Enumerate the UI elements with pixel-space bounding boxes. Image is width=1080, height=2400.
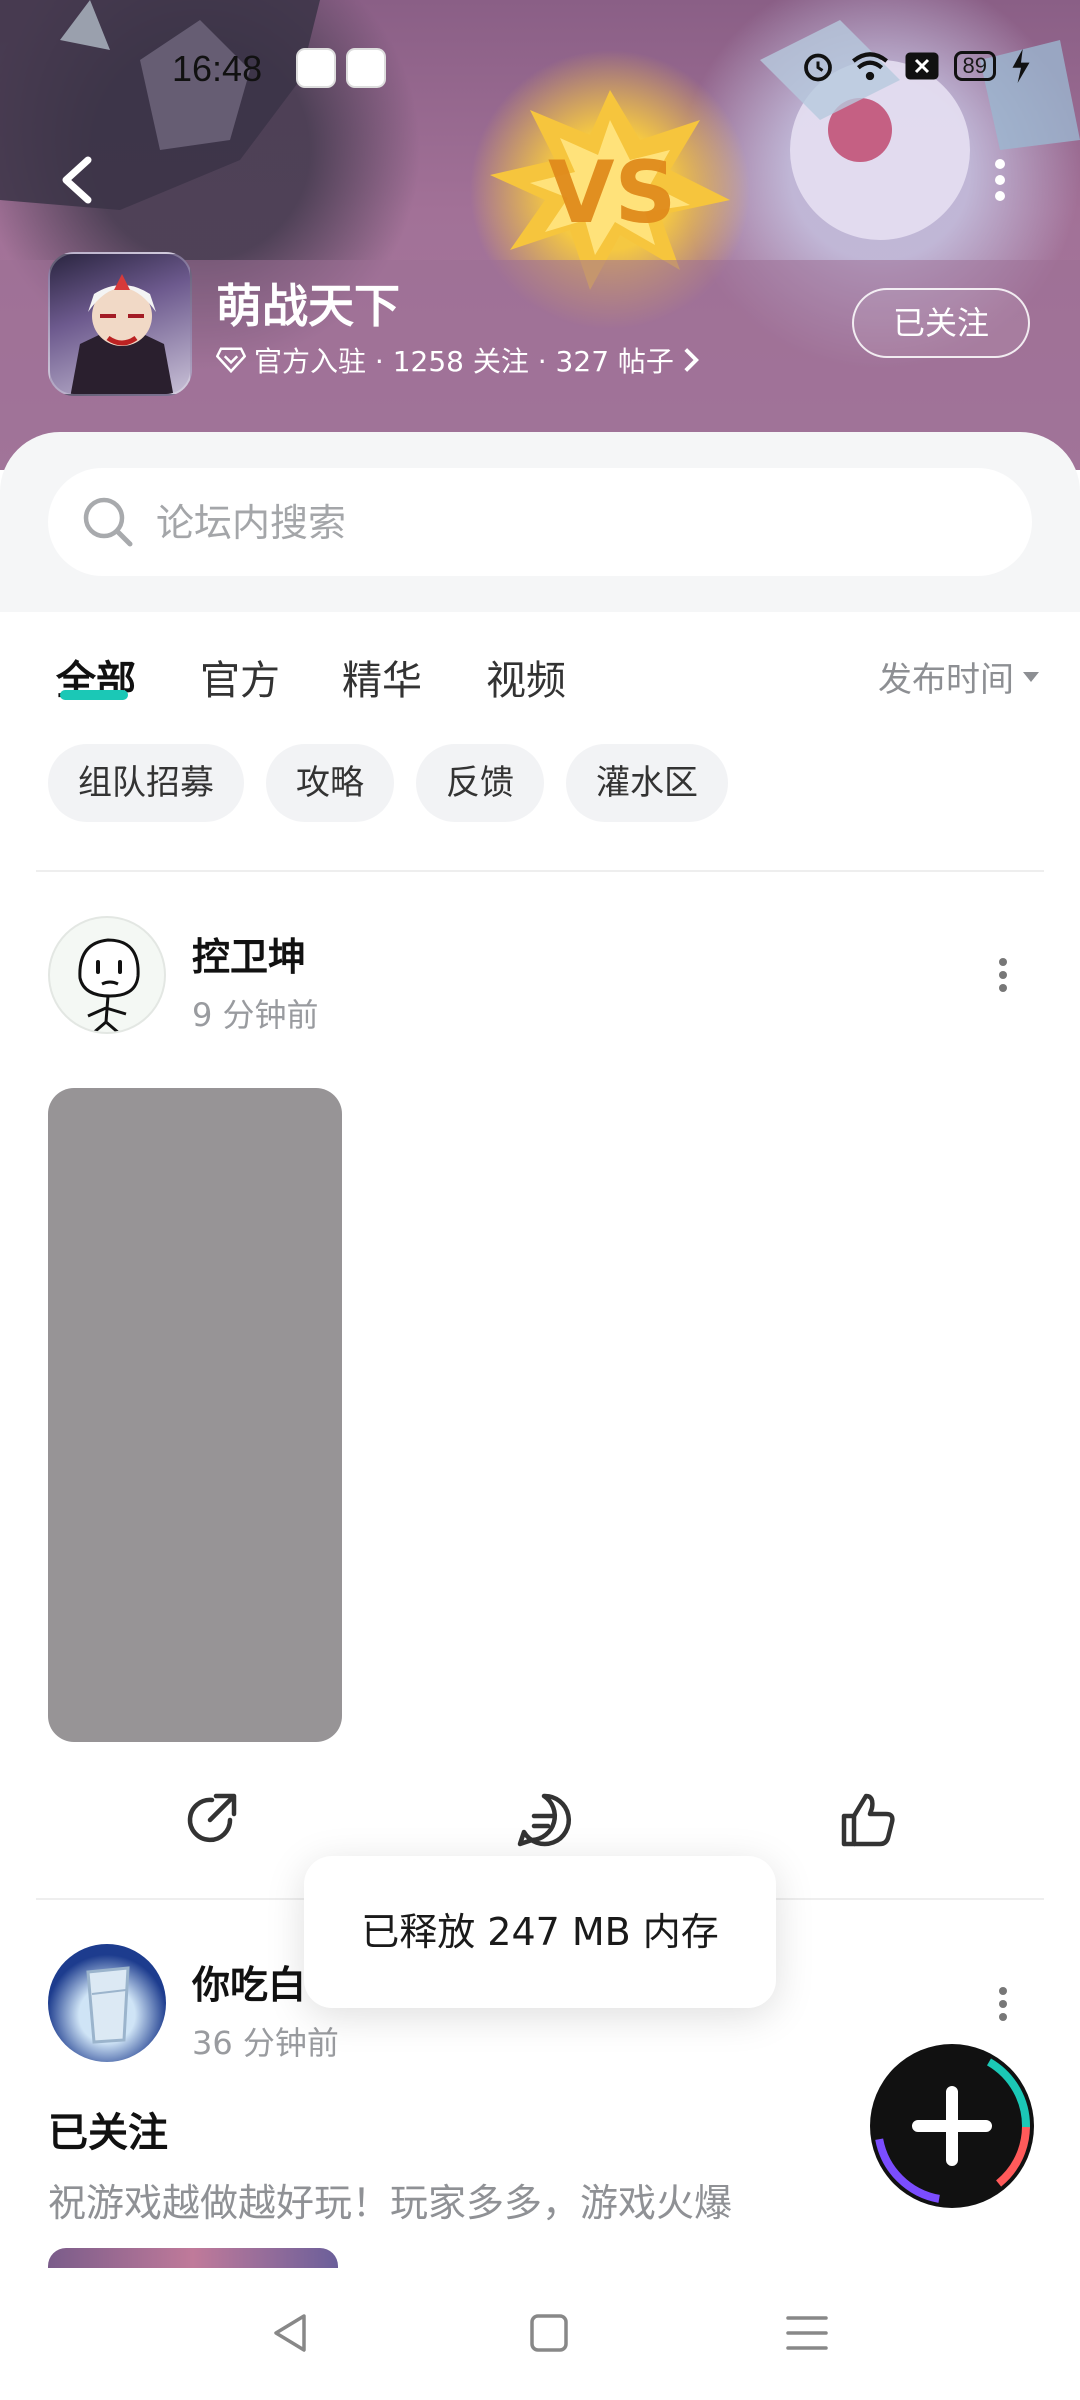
svg-text:VS: VS	[548, 143, 677, 243]
like-thumbs-up-icon[interactable]	[836, 1788, 900, 1852]
nav-menu-icon[interactable]	[782, 2308, 832, 2358]
plus-icon	[874, 2048, 1030, 2204]
post-image-thumbnail[interactable]	[48, 2248, 338, 2268]
category-chips: 组队招募 攻略 反馈 灌水区	[48, 744, 728, 822]
alarm-icon	[803, 53, 832, 82]
create-post-button[interactable]	[870, 2044, 1034, 2208]
forum-banner: VS 16:48 89 萌战天下 官方入驻 · 1258 关注 · 327 帖子…	[0, 0, 1080, 470]
post-image-placeholder[interactable]	[48, 1088, 342, 1742]
forum-logo	[48, 252, 192, 396]
post-more-icon[interactable]	[988, 955, 1018, 995]
game-character-icon	[70, 274, 174, 394]
post-author-name[interactable]: 你吃白	[192, 1954, 306, 2009]
status-time: 16:48	[172, 48, 263, 89]
notification-app-icon	[296, 48, 336, 88]
caret-down-icon	[1023, 671, 1039, 682]
section-divider	[36, 870, 1044, 872]
status-icons: 89	[800, 48, 1032, 84]
post-title[interactable]: 已关注	[48, 2100, 168, 2158]
tab-bar: 全部 官方 精华 视频 发布时间	[0, 612, 1080, 742]
forum-meta-text: 官方入驻 · 1258 关注 · 327 帖子	[254, 345, 674, 378]
memory-release-toast: 已释放 247 MB 内存	[304, 1856, 776, 2008]
forum-meta[interactable]: 官方入驻 · 1258 关注 · 327 帖子	[216, 340, 700, 380]
post-timestamp: 36 分钟前	[192, 2024, 339, 2062]
chip-guides[interactable]: 攻略	[266, 744, 394, 822]
share-icon[interactable]	[180, 1788, 244, 1852]
wifi-icon	[851, 52, 888, 81]
chip-team-recruit[interactable]: 组队招募	[48, 744, 244, 822]
follow-button[interactable]: 已关注	[852, 288, 1030, 358]
tab-featured[interactable]: 精华	[342, 648, 422, 706]
cup-avatar-icon	[86, 1966, 130, 2044]
stick-figure-avatar-icon	[78, 938, 140, 1032]
system-nav-bar	[0, 2268, 1080, 2400]
battery-icon: 89	[953, 51, 996, 81]
nav-home-icon[interactable]	[524, 2308, 574, 2358]
chevron-right-icon	[684, 348, 699, 372]
notification-video-icon	[346, 48, 386, 88]
nav-back-icon[interactable]	[266, 2308, 316, 2358]
chip-chat-zone[interactable]: 灌水区	[566, 744, 728, 822]
more-vertical-icon[interactable]	[980, 150, 1020, 210]
search-input[interactable]	[156, 496, 956, 550]
tab-official[interactable]: 官方	[200, 648, 280, 706]
forum-title: 萌战天下	[216, 279, 400, 333]
diamond-verified-icon	[216, 347, 246, 373]
back-arrow-icon[interactable]	[50, 150, 110, 210]
charging-icon	[1012, 49, 1030, 83]
chip-feedback[interactable]: 反馈	[416, 744, 544, 822]
status-bar: 16:48 89	[0, 44, 1080, 96]
sort-dropdown[interactable]: 发布时间	[878, 652, 1040, 701]
sort-label: 发布时间	[878, 660, 1014, 700]
post-more-icon[interactable]	[988, 1984, 1018, 2024]
post-body-text[interactable]: 祝游戏越做越好玩！玩家多多，游戏火爆	[48, 2172, 732, 2227]
post-timestamp: 9 分钟前	[192, 996, 319, 1034]
post-author-name[interactable]: 控卫坤	[192, 926, 306, 981]
active-tab-indicator	[60, 690, 128, 700]
sim-off-icon	[905, 52, 939, 80]
avatar[interactable]	[48, 1944, 166, 2062]
avatar[interactable]	[48, 916, 166, 1034]
search-icon	[83, 497, 133, 547]
tab-video[interactable]: 视频	[486, 648, 566, 706]
comment-icon[interactable]	[512, 1788, 576, 1852]
